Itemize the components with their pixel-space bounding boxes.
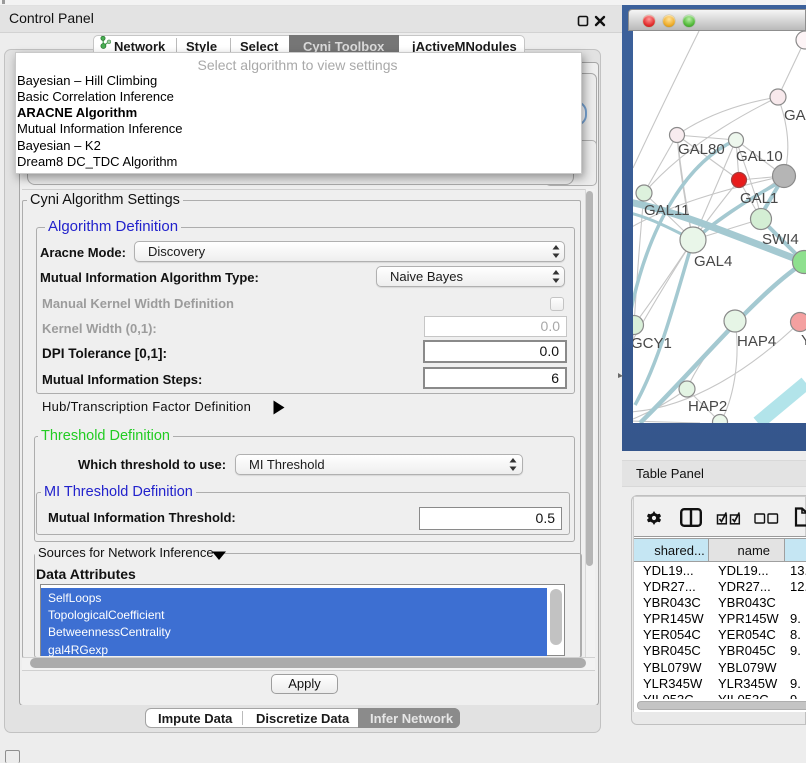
svg-text:GAL4: GAL4 xyxy=(694,253,732,270)
svg-text:GAL11: GAL11 xyxy=(644,202,690,219)
svg-text:GCY1: GCY1 xyxy=(633,335,672,352)
svg-text:SWI4: SWI4 xyxy=(762,231,799,248)
svg-text:HAP4: HAP4 xyxy=(737,333,776,350)
svg-text:GAL1: GAL1 xyxy=(740,190,778,207)
svg-text:GAL10: GAL10 xyxy=(736,148,783,165)
svg-text:HAP2: HAP2 xyxy=(688,398,727,415)
svg-text:Y: Y xyxy=(801,332,806,349)
svg-text:GAL7: GAL7 xyxy=(784,107,806,124)
svg-text:GAL80: GAL80 xyxy=(678,141,725,158)
